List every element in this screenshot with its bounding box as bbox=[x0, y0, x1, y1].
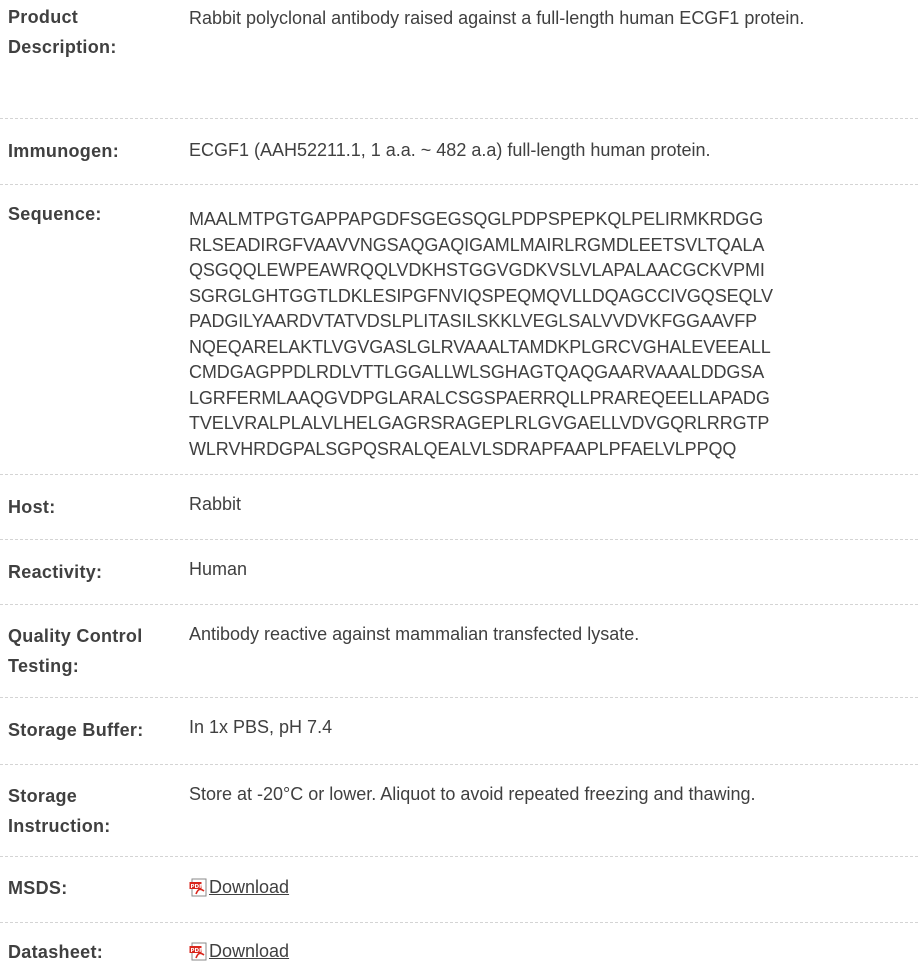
spec-row-sequence: Sequence: MAALMTPGTGAPPAPGDFSGEGSQGLPDPS… bbox=[0, 185, 918, 475]
sequence-line: NQEQARELAKTLVGVGASLGLRVAAALTAMDKPLGRCVGH… bbox=[189, 336, 771, 357]
spec-label: Storage Buffer: bbox=[8, 720, 144, 740]
product-spec-table: Product Description: Rabbit polyclonal a… bbox=[0, 0, 918, 979]
sequence-line: LGRFERMLAAQGVDPGLARALCSGSPAERRQLLPRAREQE… bbox=[189, 387, 770, 408]
sequence-line: TVELVRALPLALVLHELGAGRSRAGEPLRLGVGAELLVDV… bbox=[189, 413, 770, 433]
spec-label: Quality Control Testing: bbox=[8, 626, 143, 676]
download-label[interactable]: Download bbox=[209, 875, 289, 900]
spec-row-immunogen: Immunogen: ECGF1 (AAH52211.1, 1 a.a. ~ 4… bbox=[0, 119, 918, 185]
sequence-line: WLRVHRDGPALSGPQSRALQEALVLSDRAPFAAPLPFAEL… bbox=[189, 438, 737, 459]
spec-row-reactivity: Reactivity: Human bbox=[0, 540, 918, 605]
spec-label: Reactivity: bbox=[8, 562, 103, 582]
spec-value: PDF Download bbox=[189, 873, 918, 922]
spec-row-datasheet: Datasheet: PDF Download bbox=[0, 923, 918, 979]
spec-value: ECGF1 (AAH52211.1, 1 a.a. ~ 482 a.a) ful… bbox=[189, 140, 711, 160]
spec-row-msds: MSDS: PDF Download bbox=[0, 857, 918, 923]
sequence-line: CMDGAGPPDLRDLVTTLGGALLWLSGHAGTQAQGAARVAA… bbox=[189, 362, 765, 382]
download-label[interactable]: Download bbox=[209, 939, 289, 964]
spec-row-storage-buffer: Storage Buffer: In 1x PBS, pH 7.4 bbox=[0, 698, 918, 765]
sequence-line: RLSEADIRGFVAAVVNGSAQGAQIGAMLMAIRLRGMDLEE… bbox=[189, 234, 765, 255]
msds-download-link[interactable]: PDF Download bbox=[189, 875, 289, 900]
spec-value: Rabbit bbox=[189, 494, 242, 514]
spec-label: Host: bbox=[8, 497, 56, 517]
svg-text:PDF: PDF bbox=[191, 948, 204, 954]
spec-row-product-description: Product Description: Rabbit polyclonal a… bbox=[0, 0, 918, 119]
pdf-icon: PDF bbox=[189, 942, 208, 961]
sequence-line: QSGQQLEWPEAWRQQLVDKHSTGGVGDKVSLVLAPALAAC… bbox=[189, 260, 765, 280]
spec-value: In 1x PBS, pH 7.4 bbox=[189, 717, 333, 737]
spec-label: Datasheet: bbox=[8, 942, 104, 962]
spec-value: Store at -20°C or lower. Aliquot to avoi… bbox=[189, 784, 756, 804]
sequence-text: MAALMTPGTGAPPAPGDFSGEGSQGLPDPSPEPKQLPELI… bbox=[189, 199, 918, 474]
spec-value: PDF Download bbox=[189, 937, 918, 979]
spec-label: Product Description: bbox=[8, 7, 117, 57]
spec-row-quality-control: Quality Control Testing: Antibody reacti… bbox=[0, 605, 918, 698]
sequence-line: SGRGLGHTGGTLDKLESIPGFNVIQSPEQMQVLLDQAGCC… bbox=[189, 285, 773, 306]
spec-value: Rabbit polyclonal antibody raised agains… bbox=[189, 8, 805, 28]
sequence-line: MAALMTPGTGAPPAPGDFSGEGSQGLPDPSPEPKQLPELI… bbox=[189, 209, 764, 229]
spec-value: Antibody reactive against mammalian tran… bbox=[189, 624, 640, 644]
pdf-icon: PDF bbox=[189, 878, 208, 897]
svg-text:PDF: PDF bbox=[191, 884, 204, 890]
spec-label: Sequence: bbox=[8, 204, 102, 224]
spec-label: MSDS: bbox=[8, 878, 68, 898]
spec-row-storage-instruction: Storage Instruction: Store at -20°C or l… bbox=[0, 765, 918, 857]
spec-label: Storage Instruction: bbox=[8, 786, 111, 836]
spec-label: Immunogen: bbox=[8, 141, 119, 161]
sequence-line: PADGILYAARDVTATVDSLPLITASILSKKLVEGLSALVV… bbox=[189, 311, 758, 331]
datasheet-download-link[interactable]: PDF Download bbox=[189, 939, 289, 964]
spec-row-host: Host: Rabbit bbox=[0, 475, 918, 540]
spec-value: Human bbox=[189, 559, 248, 579]
